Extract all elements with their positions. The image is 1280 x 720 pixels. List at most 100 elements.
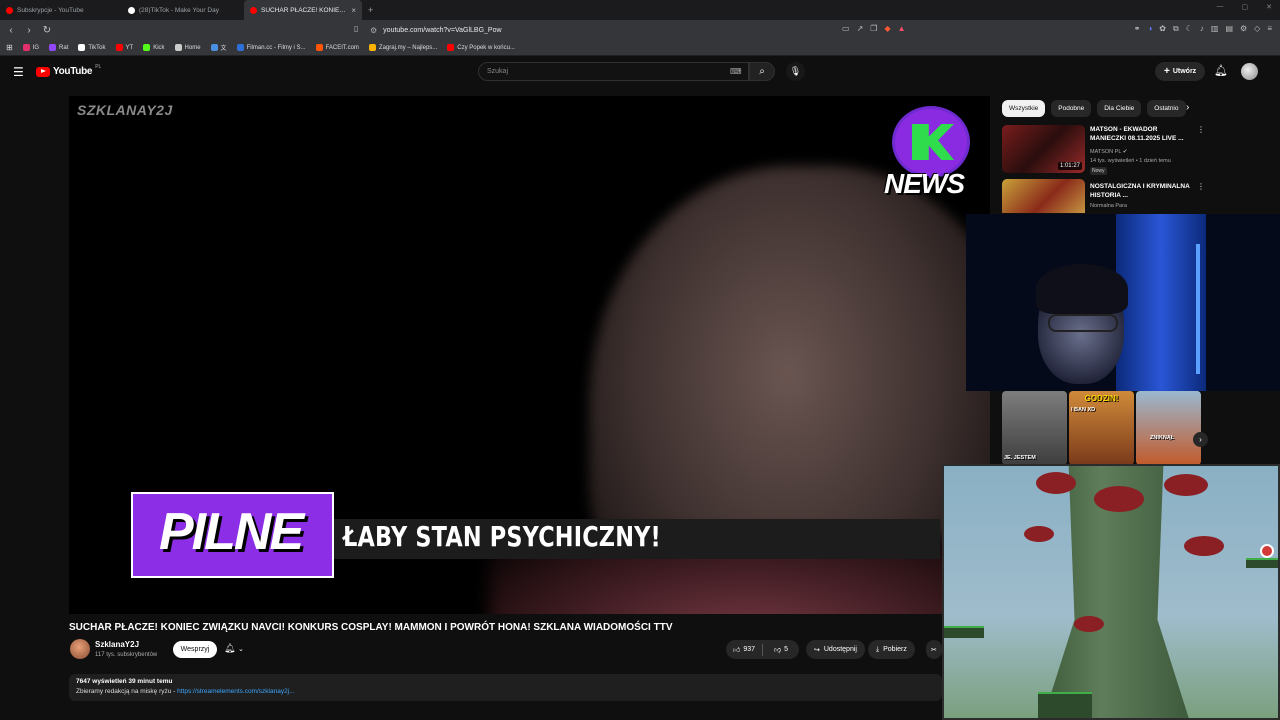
description-box[interactable]: 7647 wyświetleń 39 minut temu Zbieramy r… (69, 674, 942, 701)
short-top-text: GODZIN! (1084, 394, 1119, 403)
bookmarks-bar: ⊞ IG Rat TikTok YT Kick Home 文 Filman.cc… (0, 40, 1280, 56)
bookmark-item[interactable]: FACEIT.com (315, 44, 359, 51)
shorts-next-icon[interactable]: › (1193, 432, 1208, 447)
bookmark-item[interactable]: 文 (210, 43, 227, 52)
more-actions-icon[interactable]: ⋮ (1197, 182, 1202, 191)
extension-icon[interactable]: ✿ (1159, 24, 1166, 34)
bookmark-item[interactable]: Zagraj.my – Najleps... (368, 44, 438, 51)
short-caption: I BAN XD (1071, 407, 1096, 413)
cast-icon[interactable]: ▭ (842, 24, 850, 33)
bookmark-item[interactable]: Czy Popek w końcu... (447, 44, 515, 51)
rec-title[interactable]: NOSTALGICZNA I KRYMINALNA HISTORIA ... (1090, 182, 1194, 200)
extension-icon[interactable]: ⧉ (1173, 24, 1179, 34)
like-button[interactable]: 👍︎ 937 (726, 645, 762, 654)
rec-channel[interactable]: MATSON PL ✔ (1090, 149, 1127, 155)
download-button[interactable]: ⤓ Pobierz (868, 640, 915, 659)
chevron-right-icon[interactable]: › (1186, 102, 1189, 113)
description-link[interactable]: https://streamelements.com/szklanay2j... (177, 688, 294, 695)
game-foliage (1074, 616, 1104, 632)
short-thumbnail[interactable]: ZNIKNĄŁ (1136, 391, 1201, 465)
sidebar-icon[interactable]: ▥ (1211, 24, 1219, 34)
short-thumbnail[interactable]: JE. JESTEM (1002, 391, 1067, 465)
share-icon[interactable]: ↗ (857, 24, 864, 33)
bookmark-icon[interactable]: ▯ (354, 24, 358, 33)
extension-icon[interactable]: ◑ (1147, 24, 1152, 34)
account-avatar[interactable] (1241, 63, 1258, 80)
recommended-video[interactable]: 1:01:27 MATSON - EKWADOR MANIECZKI 08.11… (1002, 125, 1205, 175)
close-window-icon[interactable]: ✕ (1266, 3, 1272, 11)
extensions-area: ⚭ ◑ ✿ ⧉ ☾ ♪ ▥ ▤ ⚙ ◇ ≡ (1134, 24, 1272, 34)
vpn-icon[interactable]: ◇ (1254, 24, 1260, 34)
bookmark-item[interactable]: IG (22, 44, 39, 51)
bookmark-item[interactable]: YT (115, 44, 133, 51)
bookmark-item[interactable]: Rat (49, 44, 68, 51)
video-thumbnail[interactable]: 1:01:27 (1002, 125, 1085, 173)
hamburger-menu-icon[interactable]: ☰ (13, 65, 24, 79)
search-button[interactable]: ⌕ (749, 62, 775, 81)
wallet-icon[interactable]: ▤ (1225, 24, 1233, 34)
share-button[interactable]: ↪ Udostępnij (806, 640, 865, 659)
bookmark-item[interactable]: Kick (143, 44, 165, 51)
youtube-icon (447, 44, 455, 51)
bookmark-item[interactable]: Home (174, 44, 201, 51)
video-player[interactable]: SZKLANAY2J NEWS ŁABY STAN PSYCHICZNY! PI… (69, 96, 990, 614)
bookmark-label: Zagraj.my – Najleps... (378, 44, 438, 51)
video-thumbnail[interactable] (1002, 179, 1085, 213)
short-thumbnail[interactable]: GODZIN! I BAN XD (1069, 391, 1134, 465)
browser-tab-tiktok[interactable]: (28)TikTok - Make Your Day (122, 0, 244, 20)
minimize-icon[interactable]: — (1217, 3, 1224, 11)
tab-label: (28)TikTok - Make Your Day (139, 6, 219, 14)
scissors-icon: ✂ (931, 646, 937, 654)
plus-icon: + (1164, 66, 1170, 77)
webcam-overlay (966, 214, 1280, 391)
url-field[interactable]: ⚙ youtube.com/watch?v=VaGlLBG_Pow (370, 23, 910, 37)
dislike-button[interactable]: 👎︎ 5 (763, 645, 799, 654)
site-settings-icon[interactable]: ⚙ (370, 26, 377, 35)
create-button[interactable]: + Utwórz (1155, 62, 1206, 81)
clip-button[interactable]: ✂ (926, 640, 942, 659)
search-input[interactable]: Szukaj (478, 62, 749, 81)
apps-grid-icon[interactable]: ⊞ (6, 43, 13, 52)
game-foliage (1184, 536, 1224, 556)
music-icon[interactable]: ♪ (1200, 24, 1204, 34)
voice-search-button[interactable]: 🎙︎ (786, 62, 805, 81)
close-tab-icon[interactable]: × (351, 6, 356, 15)
bookmark-item[interactable]: TikTok (78, 44, 106, 51)
chip-recent[interactable]: Ostatnio (1147, 100, 1186, 117)
rec-title[interactable]: MATSON - EKWADOR MANIECZKI 08.11.2025 LI… (1090, 125, 1194, 143)
notifications-bell-icon[interactable]: 🔔︎ (1214, 64, 1228, 77)
share-arrow-icon: ↪ (814, 646, 820, 654)
browser-tab-active-video[interactable]: SUCHAR PŁACZE! KONIEC ZW... × (244, 0, 362, 20)
chip-for-you[interactable]: Dla Ciebie (1097, 100, 1142, 117)
maximize-icon[interactable]: ▢ (1242, 3, 1249, 11)
extension-icon[interactable]: ⚭ (1134, 24, 1141, 34)
reload-icon[interactable]: ↻ (40, 25, 54, 36)
youtube-logo[interactable]: YouTube PL (36, 64, 101, 77)
bookmark-item[interactable]: Filman.cc - Filmy i S... (236, 44, 306, 51)
tab-label: Subskrypcje - YouTube (17, 6, 84, 14)
channel-avatar[interactable] (70, 639, 90, 659)
menu-icon[interactable]: ≡ (1267, 24, 1272, 34)
rec-channel[interactable]: Normalna Para (1090, 203, 1127, 209)
support-button[interactable]: Wesprzyj (173, 641, 217, 658)
rewards-icon[interactable]: ▲ (898, 24, 906, 33)
filter-chips: Wszystkie Podobne Dla Ciebie Ostatnio (1002, 100, 1186, 117)
keyboard-icon[interactable]: ⌨ (730, 67, 742, 76)
settings-icon[interactable]: ⚙ (1240, 24, 1247, 34)
more-actions-icon[interactable]: ⋮ (1197, 125, 1205, 134)
chip-all[interactable]: Wszystkie (1002, 100, 1046, 117)
browser-tab-bar: Subskrypcje - YouTube (28)TikTok - Make … (0, 0, 1280, 20)
shield-icon[interactable]: ◆ (884, 24, 890, 33)
channel-name[interactable]: SzklanaY2J (95, 640, 139, 649)
browser-tab-subscriptions[interactable]: Subskrypcje - YouTube (0, 0, 122, 20)
channel-watermark: SZKLANAY2J (77, 102, 173, 118)
extension-icon[interactable]: ☾ (1186, 24, 1193, 34)
chip-related[interactable]: Podobne (1051, 100, 1092, 117)
copy-icon[interactable]: ❐ (870, 24, 877, 33)
recommended-video[interactable]: NOSTALGICZNA I KRYMINALNA HISTORIA ... N… (1002, 179, 1202, 213)
forward-icon[interactable]: › (22, 25, 36, 36)
bookmark-label: Filman.cc - Filmy i S... (246, 44, 306, 51)
subscription-bell-button[interactable]: 🔔︎ ⌄ (224, 643, 244, 654)
back-icon[interactable]: ‹ (4, 25, 18, 36)
new-tab-icon[interactable]: + (362, 5, 373, 15)
